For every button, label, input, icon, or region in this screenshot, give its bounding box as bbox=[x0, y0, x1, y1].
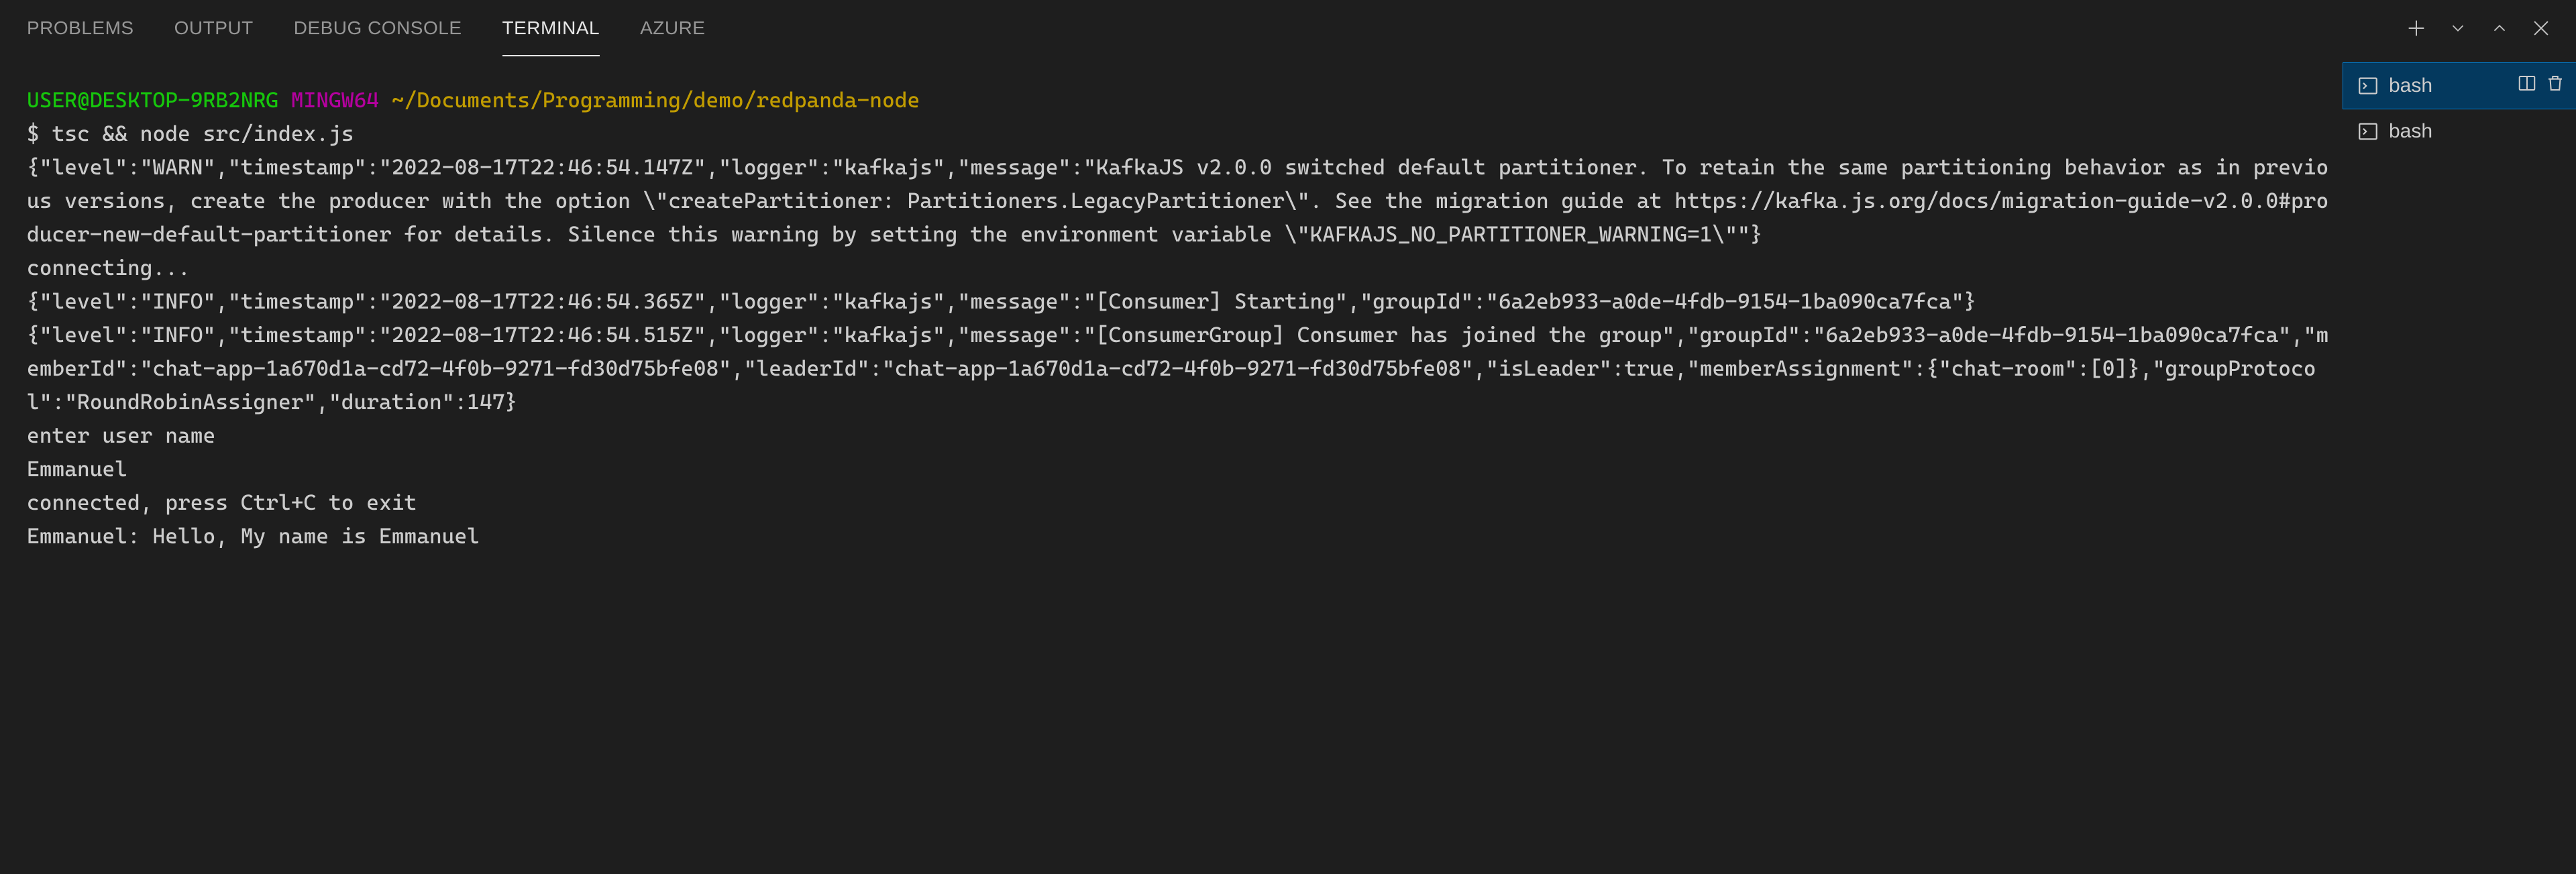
kill-terminal-button[interactable] bbox=[2545, 73, 2565, 99]
terminal-output-line: connecting... bbox=[27, 251, 2329, 284]
trash-icon bbox=[2545, 73, 2565, 93]
panel-toolbar bbox=[2402, 13, 2563, 43]
terminal-list-item[interactable]: bash bbox=[2343, 63, 2576, 109]
terminal-list-item[interactable]: bash bbox=[2343, 109, 2576, 154]
prompt-user-host: USER@DESKTOP-9RB2NRG bbox=[27, 87, 278, 113]
terminal-output-line: Emmanuel: Hello, My name is Emmanuel bbox=[27, 519, 2329, 553]
terminal-output-line: connected, press Ctrl+C to exit bbox=[27, 486, 2329, 519]
panel-body: USER@DESKTOP-9RB2NRG MINGW64 ~/Documents… bbox=[0, 56, 2576, 874]
terminal-output-line: {"level":"WARN","timestamp":"2022-08-17T… bbox=[27, 150, 2329, 251]
maximize-panel-button[interactable] bbox=[2485, 13, 2514, 43]
tab-label: TERMINAL bbox=[502, 17, 600, 39]
panel-tab-list: PROBLEMS OUTPUT DEBUG CONSOLE TERMINAL A… bbox=[27, 0, 705, 56]
tab-label: DEBUG CONSOLE bbox=[294, 17, 462, 39]
prompt-cwd: ~/Documents/Programming/demo/redpanda-no… bbox=[392, 87, 920, 113]
terminal-list-item-label: bash bbox=[2389, 120, 2565, 143]
plus-icon bbox=[2405, 17, 2428, 40]
new-terminal-button[interactable] bbox=[2402, 13, 2431, 43]
close-panel-button[interactable] bbox=[2526, 13, 2556, 43]
terminal-output-line: {"level":"INFO","timestamp":"2022-08-17T… bbox=[27, 318, 2329, 419]
terminal-icon bbox=[2357, 74, 2379, 97]
close-icon bbox=[2530, 17, 2553, 40]
chevron-down-icon bbox=[2448, 18, 2468, 38]
terminal-list-sidebar: bash bash bbox=[2343, 56, 2576, 874]
terminal-prompt-line: USER@DESKTOP-9RB2NRG MINGW64 ~/Documents… bbox=[27, 83, 2329, 117]
tab-problems[interactable]: PROBLEMS bbox=[27, 0, 134, 56]
launch-profile-button[interactable] bbox=[2443, 13, 2473, 43]
tab-label: AZURE bbox=[640, 17, 705, 39]
terminal-output-line: {"level":"INFO","timestamp":"2022-08-17T… bbox=[27, 284, 2329, 318]
terminal-output[interactable]: USER@DESKTOP-9RB2NRG MINGW64 ~/Documents… bbox=[0, 56, 2343, 874]
tab-output[interactable]: OUTPUT bbox=[174, 0, 254, 56]
panel-tabbar: PROBLEMS OUTPUT DEBUG CONSOLE TERMINAL A… bbox=[0, 0, 2576, 56]
terminal-icon bbox=[2357, 120, 2379, 143]
tab-terminal[interactable]: TERMINAL bbox=[502, 0, 600, 56]
prompt-shell: MINGW64 bbox=[291, 87, 379, 113]
tab-label: PROBLEMS bbox=[27, 17, 134, 39]
tab-label: OUTPUT bbox=[174, 17, 254, 39]
terminal-list-item-label: bash bbox=[2389, 74, 2508, 97]
split-icon bbox=[2517, 73, 2537, 93]
tab-debug-console[interactable]: DEBUG CONSOLE bbox=[294, 0, 462, 56]
terminal-output-line: enter user name bbox=[27, 419, 2329, 452]
tab-azure[interactable]: AZURE bbox=[640, 0, 705, 56]
terminal-command-line: $ tsc && node src/index.js bbox=[27, 117, 2329, 150]
terminal-output-line: Emmanuel bbox=[27, 452, 2329, 486]
chevron-up-icon bbox=[2489, 18, 2510, 38]
integrated-terminal-panel: PROBLEMS OUTPUT DEBUG CONSOLE TERMINAL A… bbox=[0, 0, 2576, 874]
split-terminal-button[interactable] bbox=[2517, 73, 2537, 99]
